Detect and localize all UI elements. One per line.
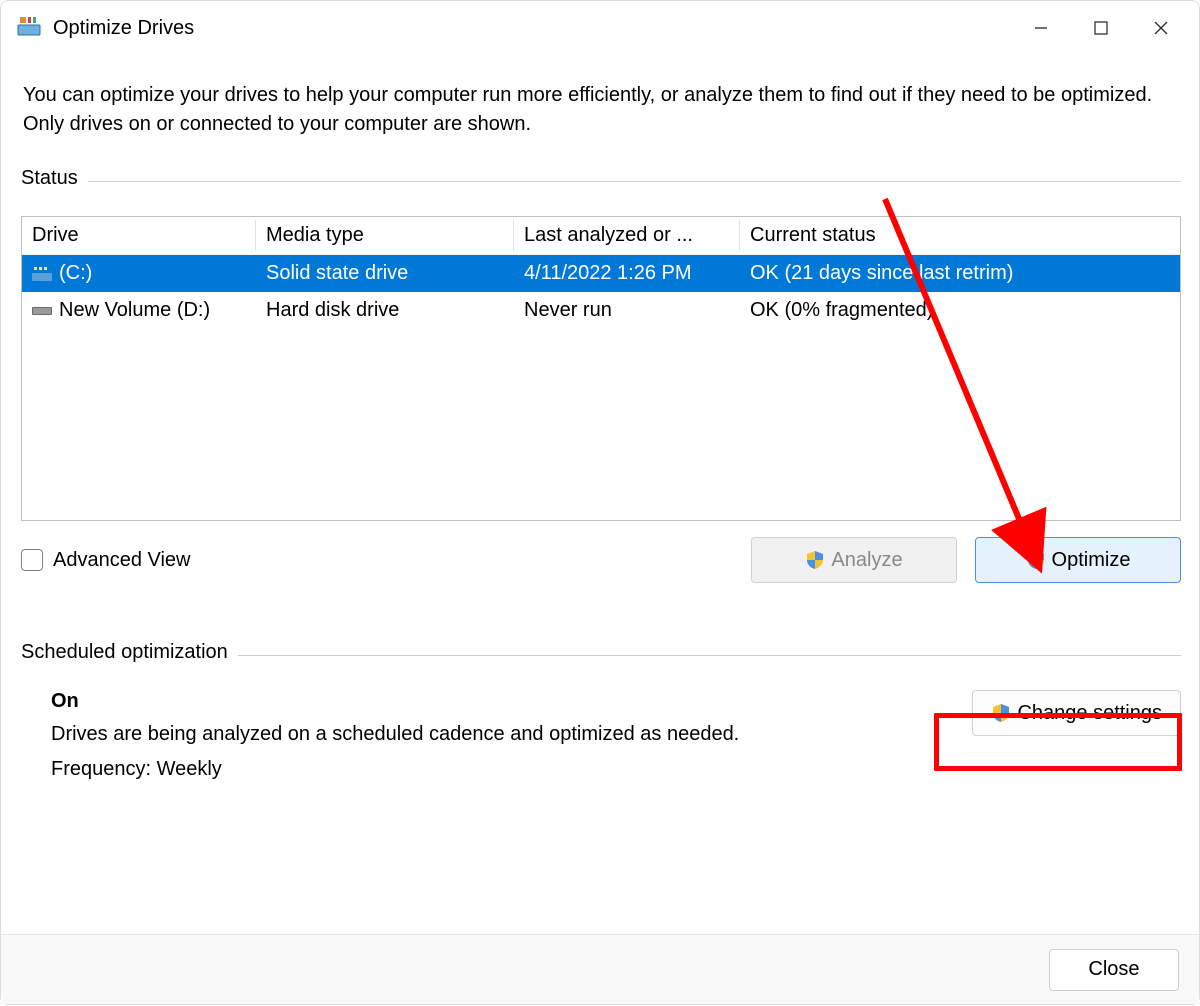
advanced-view-label: Advanced View	[53, 549, 191, 572]
col-media-type[interactable]: Media type	[256, 220, 514, 251]
table-row[interactable]: (C:) Solid state drive 4/11/2022 1:26 PM…	[22, 255, 1180, 292]
col-current-status[interactable]: Current status	[740, 220, 1180, 251]
last-analyzed-cell: 4/11/2022 1:26 PM	[514, 262, 740, 285]
divider	[88, 181, 1181, 182]
titlebar: Optimize Drives	[1, 1, 1199, 55]
table-row[interactable]: New Volume (D:) Hard disk drive Never ru…	[22, 292, 1180, 329]
col-last-analyzed[interactable]: Last analyzed or ...	[514, 220, 740, 251]
shield-icon	[805, 550, 825, 570]
schedule-state: On	[51, 690, 942, 713]
schedule-description: Drives are being analyzed on a scheduled…	[51, 723, 942, 746]
analyze-label: Analyze	[831, 549, 902, 572]
hdd-icon	[32, 304, 52, 318]
drive-name-cell: (C:)	[22, 262, 256, 285]
app-icon	[15, 14, 43, 42]
close-button[interactable]	[1131, 8, 1191, 48]
schedule-frequency: Frequency: Weekly	[51, 758, 942, 781]
minimize-button[interactable]	[1011, 8, 1071, 48]
window-title: Optimize Drives	[53, 17, 194, 40]
current-status-cell: OK (21 days since last retrim)	[740, 262, 1180, 285]
optimize-label: Optimize	[1052, 549, 1131, 572]
change-settings-button[interactable]: Change settings	[972, 690, 1181, 736]
optimize-button[interactable]: Optimize	[975, 537, 1181, 583]
close-label: Close	[1088, 958, 1139, 981]
ssd-icon	[32, 267, 52, 281]
shield-icon	[1026, 550, 1046, 570]
drive-name: (C:)	[59, 262, 92, 285]
dialog-footer: Close	[1, 934, 1199, 1004]
current-status-cell: OK (0% fragmented)	[740, 299, 1180, 322]
drive-list[interactable]: Drive Media type Last analyzed or ... Cu…	[21, 216, 1181, 521]
shield-icon	[991, 703, 1011, 723]
maximize-button[interactable]	[1071, 8, 1131, 48]
scheduled-section-header: Scheduled optimization	[21, 641, 1181, 664]
scheduled-label: Scheduled optimization	[21, 641, 238, 664]
status-label: Status	[21, 167, 88, 190]
change-settings-label: Change settings	[1017, 702, 1162, 725]
last-analyzed-cell: Never run	[514, 299, 740, 322]
drive-name: New Volume (D:)	[59, 299, 210, 322]
media-type-cell: Hard disk drive	[256, 299, 514, 322]
description-text: You can optimize your drives to help you…	[23, 81, 1179, 139]
analyze-button[interactable]: Analyze	[751, 537, 957, 583]
col-drive[interactable]: Drive	[22, 220, 256, 251]
divider	[238, 655, 1181, 656]
close-dialog-button[interactable]: Close	[1049, 949, 1179, 991]
media-type-cell: Solid state drive	[256, 262, 514, 285]
status-section-header: Status	[21, 167, 1181, 190]
drive-list-header: Drive Media type Last analyzed or ... Cu…	[22, 217, 1180, 255]
advanced-view-checkbox[interactable]	[21, 549, 43, 571]
drive-name-cell: New Volume (D:)	[22, 299, 256, 322]
